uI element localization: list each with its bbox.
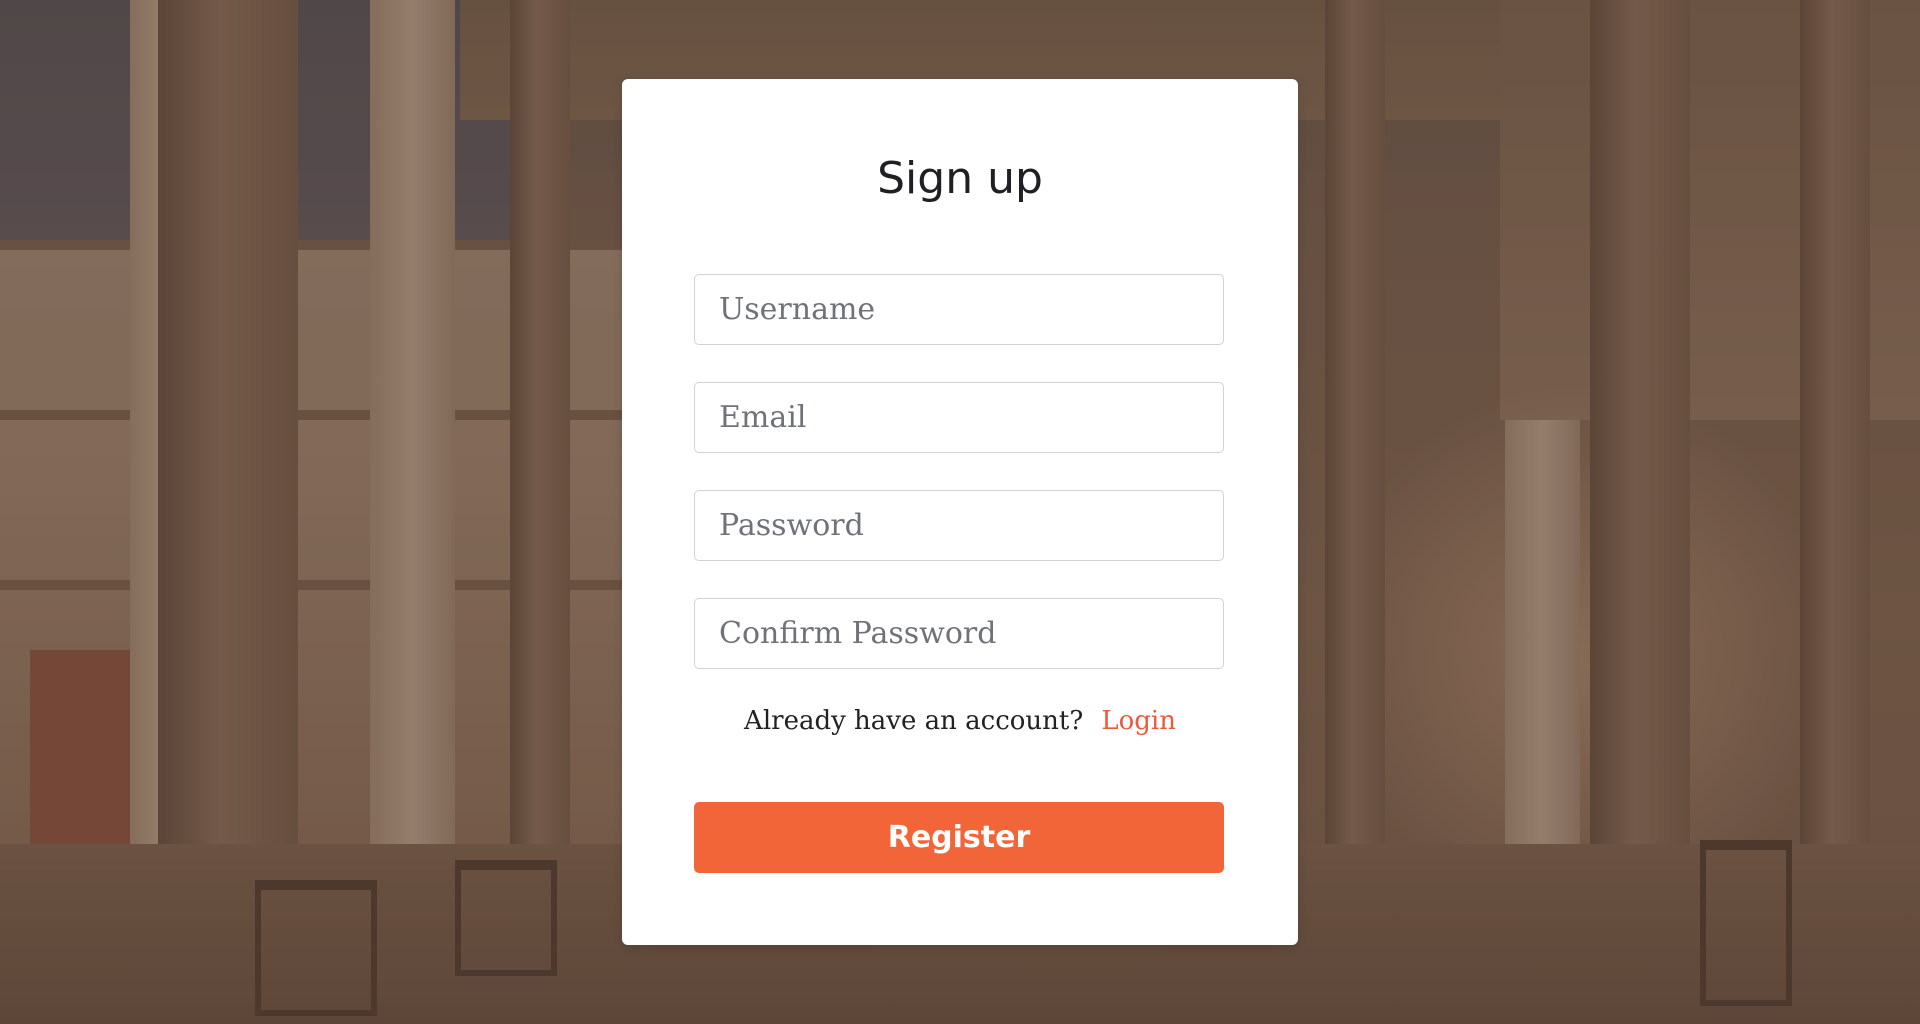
account-prompt-text: Already have an account? — [744, 706, 1084, 736]
login-link[interactable]: Login — [1101, 706, 1176, 736]
email-field[interactable] — [694, 382, 1224, 453]
page-title: Sign up — [877, 153, 1043, 204]
signup-card: Sign up Already have an account? Login Re… — [622, 79, 1298, 945]
password-field[interactable] — [694, 490, 1224, 561]
register-button[interactable]: Register — [694, 802, 1224, 873]
confirm-password-field[interactable] — [694, 598, 1224, 669]
login-prompt-row: Already have an account? Login — [622, 701, 1298, 741]
title-container: Sign up — [622, 149, 1298, 209]
username-field[interactable] — [694, 274, 1224, 345]
